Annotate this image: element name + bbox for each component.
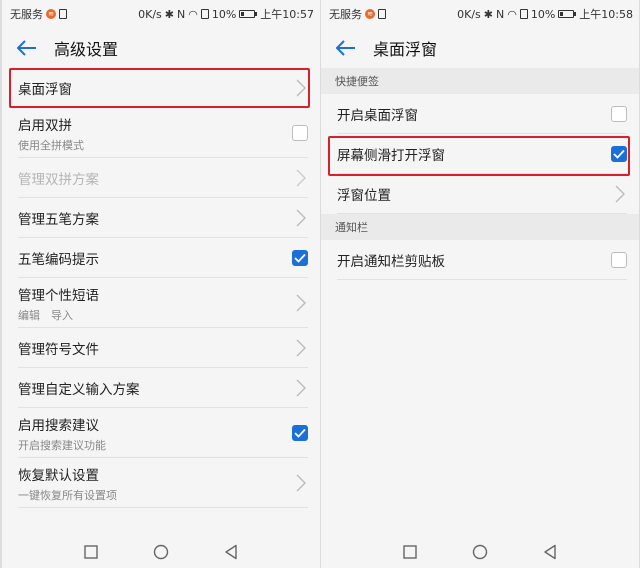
clock: 上午10:58: [579, 8, 633, 21]
item-sublabel: 使用全拼模式: [18, 138, 84, 152]
checkbox-checked[interactable]: [292, 425, 308, 441]
nfc-icon: Ν: [177, 7, 186, 21]
settings-item-wubi-hint[interactable]: 五笔编码提示: [2, 238, 320, 278]
sim-icon: [59, 9, 67, 19]
item-sublabel: 编辑 导入: [18, 308, 73, 322]
item-label: 启用搜索建议: [18, 417, 99, 434]
battery-percent: 10%: [530, 7, 556, 21]
settings-item-manage-shuangpin: 管理双拼方案: [2, 158, 320, 198]
network-speed: 0K/s: [457, 7, 481, 21]
chevron-right-icon: [294, 168, 308, 188]
page-title: 高级设置: [54, 40, 119, 59]
nav-bar: [321, 536, 639, 568]
chevron-right-icon: [294, 378, 308, 398]
item-label: 启用双拼: [18, 117, 72, 134]
back-arrow-icon[interactable]: [16, 37, 38, 59]
bluetooth-icon: ✱: [483, 7, 493, 21]
clock: 上午10:57: [260, 8, 314, 21]
wifi-icon: ◠: [188, 7, 198, 21]
settings-item-manage-phrases[interactable]: 管理个性短语 编辑 导入: [2, 278, 320, 328]
sim-icon: [378, 9, 386, 19]
back-arrow-icon[interactable]: [335, 37, 357, 59]
item-sublabel: 开启搜索建议功能: [18, 438, 106, 452]
desktop-float-screen: 无服务 ≋ 0K/s ✱ Ν ◠ 10% 上午10:58 桌面浮窗 快捷便签 开…: [321, 0, 639, 568]
item-label: 开启通知栏剪贴板: [337, 254, 445, 270]
recents-square-icon[interactable]: [401, 543, 419, 561]
item-label: 管理个性短语: [18, 287, 99, 304]
app-bar: 高级设置: [2, 28, 320, 68]
settings-item-swipe-open-float[interactable]: 屏幕侧滑打开浮窗: [321, 134, 639, 174]
item-label: 管理五笔方案: [18, 212, 99, 228]
item-label: 桌面浮窗: [18, 82, 72, 98]
app-bar: 桌面浮窗: [321, 28, 639, 68]
item-label: 恢复默认设置: [18, 467, 99, 484]
item-label: 浮窗位置: [337, 188, 391, 204]
item-label: 屏幕侧滑打开浮窗: [337, 148, 445, 164]
checkbox-checked[interactable]: [611, 146, 627, 162]
settings-item-search-suggest[interactable]: 启用搜索建议 开启搜索建议功能: [2, 408, 320, 458]
back-triangle-icon[interactable]: [222, 543, 240, 561]
settings-item-manage-custom-input[interactable]: 管理自定义输入方案: [2, 368, 320, 408]
item-sublabel: 一键恢复所有设置项: [18, 488, 117, 502]
item-label: 管理符号文件: [18, 342, 99, 358]
settings-list: 快捷便签 开启桌面浮窗 屏幕侧滑打开浮窗 浮窗位置 通知栏 开启通知栏剪贴板: [321, 68, 639, 280]
battery-icon: [239, 10, 258, 18]
battery-icon: [558, 10, 577, 18]
settings-item-restore-defaults[interactable]: 恢复默认设置 一键恢复所有设置项: [2, 458, 320, 508]
checkbox-unchecked[interactable]: [292, 125, 308, 141]
checkbox-unchecked[interactable]: [611, 252, 627, 268]
settings-list: 桌面浮窗 启用双拼 使用全拼模式 管理双拼方案 管理五笔方案 五笔编码提示 管理…: [2, 68, 320, 508]
page-title: 桌面浮窗: [373, 40, 438, 59]
chevron-right-icon: [294, 208, 308, 228]
checkbox-checked[interactable]: [292, 250, 308, 266]
settings-item-notification-clipboard[interactable]: 开启通知栏剪贴板: [321, 240, 639, 280]
sim-status-icon: [200, 9, 209, 19]
section-header-notification-bar: 通知栏: [321, 214, 639, 240]
advanced-settings-screen: 无服务 ≋ 0K/s ✱ Ν ◠ 10% 上午10:57 高级设置 桌面浮窗 启…: [2, 0, 320, 568]
chevron-right-icon: [613, 184, 627, 204]
chevron-right-icon: [294, 293, 308, 313]
notification-badge-icon: ≋: [365, 9, 375, 19]
item-label: 管理双拼方案: [18, 172, 99, 188]
status-bar: 无服务 ≋ 0K/s ✱ Ν ◠ 10% 上午10:57: [2, 0, 320, 28]
nfc-icon: Ν: [496, 7, 505, 21]
notification-badge-icon: ≋: [46, 9, 56, 19]
item-label: 开启桌面浮窗: [337, 108, 418, 124]
settings-item-manage-wubi[interactable]: 管理五笔方案: [2, 198, 320, 238]
home-circle-icon[interactable]: [471, 543, 489, 561]
sim-status-icon: [519, 9, 528, 19]
section-header-quick-note: 快捷便签: [321, 68, 639, 94]
settings-item-manage-symbols[interactable]: 管理符号文件: [2, 328, 320, 368]
recents-square-icon[interactable]: [82, 543, 100, 561]
settings-item-float-position[interactable]: 浮窗位置: [321, 174, 639, 214]
back-triangle-icon[interactable]: [541, 543, 559, 561]
item-label: 五笔编码提示: [18, 252, 99, 268]
chevron-right-icon: [294, 473, 308, 493]
wifi-icon: ◠: [507, 7, 517, 21]
chevron-right-icon: [294, 338, 308, 358]
battery-percent: 10%: [211, 7, 237, 21]
chevron-right-icon: [294, 78, 308, 98]
home-circle-icon[interactable]: [152, 543, 170, 561]
item-label: 管理自定义输入方案: [18, 382, 140, 398]
carrier-text: 无服务: [10, 8, 43, 21]
nav-bar: [2, 536, 320, 568]
carrier-text: 无服务: [329, 8, 362, 21]
network-speed: 0K/s: [138, 7, 162, 21]
status-bar: 无服务 ≋ 0K/s ✱ Ν ◠ 10% 上午10:58: [321, 0, 639, 28]
settings-item-desktop-float[interactable]: 桌面浮窗: [2, 68, 320, 108]
settings-item-enable-shuangpin[interactable]: 启用双拼 使用全拼模式: [2, 108, 320, 158]
bluetooth-icon: ✱: [164, 7, 174, 21]
checkbox-unchecked[interactable]: [611, 106, 627, 122]
settings-item-open-desktop-float[interactable]: 开启桌面浮窗: [321, 94, 639, 134]
